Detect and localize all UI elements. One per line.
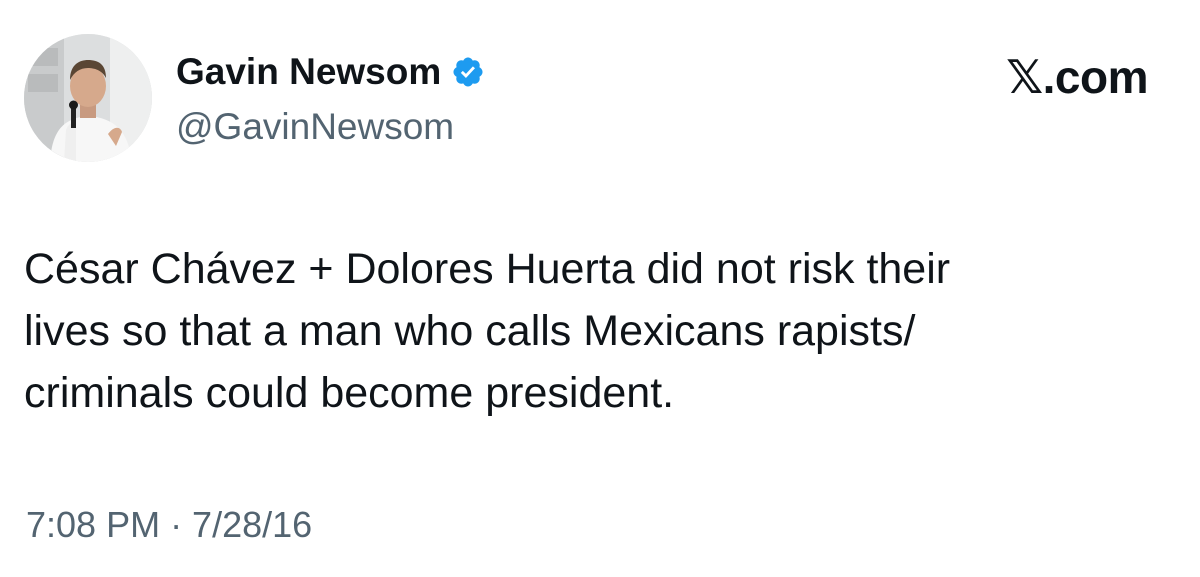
verified-badge-icon — [451, 55, 485, 89]
tweet-text: César Chávez + Dolores Huerta did not ri… — [24, 238, 1164, 424]
tweet-text-line: lives so that a man who calls Mexicans r… — [24, 307, 916, 355]
display-name-row[interactable]: Gavin Newsom — [176, 50, 485, 94]
tweet-text-line: criminals could become president. — [24, 369, 675, 417]
avatar[interactable] — [24, 34, 152, 162]
tweet-timestamp[interactable]: 7:08 PM · 7/28/16 — [26, 504, 312, 546]
avatar-photo-icon — [24, 34, 152, 162]
user-handle[interactable]: @GavinNewsom — [176, 106, 454, 148]
x-brand-logo: 𝕏.com — [1006, 51, 1148, 103]
display-name[interactable]: Gavin Newsom — [176, 51, 441, 93]
tweet-card: Gavin Newsom @GavinNewsom 𝕏.com César Ch… — [0, 0, 1200, 577]
tweet-text-line: César Chávez + Dolores Huerta did not ri… — [24, 245, 951, 293]
